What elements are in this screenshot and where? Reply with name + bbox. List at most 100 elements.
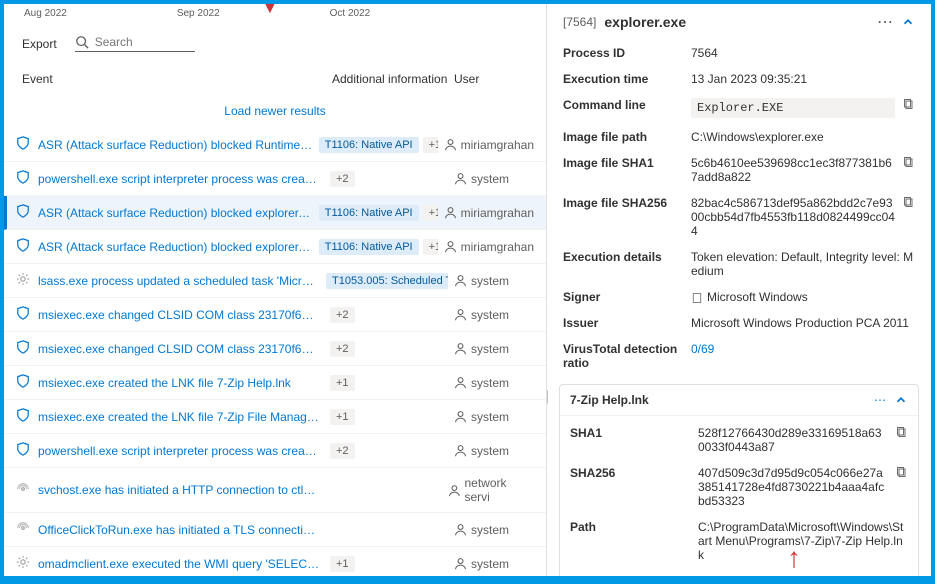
event-additional: +1 [326,556,448,572]
plus-badge[interactable]: +1 [330,409,355,425]
load-newer-button[interactable]: Load newer results [4,94,546,128]
event-user: system [454,172,509,186]
collapse-icon[interactable] [894,393,908,407]
file-marker-icon [547,389,554,405]
event-row[interactable]: powershell.exe script interpreter proces… [4,162,546,196]
value-virustotal[interactable]: 0/69 [691,342,915,356]
event-additional: +2 [326,443,448,459]
plus-badge[interactable]: +2 [330,307,355,323]
file-icon [691,292,703,304]
copy-icon[interactable] [896,466,908,481]
more-actions-icon[interactable]: ⋯ [877,12,893,32]
export-button[interactable]: Export [22,37,57,51]
technique-tag[interactable]: T1106: Native API [319,137,419,153]
event-additional: +2 [326,341,448,357]
value-exec-details: Token elevation: Default, Integrity leve… [691,250,915,278]
event-row[interactable]: lsass.exe process updated a scheduled ta… [4,264,546,298]
plus-badge[interactable]: +2 [330,443,355,459]
event-row[interactable]: omadmclient.exe executed the WMI query '… [4,547,546,576]
label-exec-details: Execution details [563,250,683,264]
plus-badge[interactable]: +1 [330,556,355,572]
header-user: User [454,72,528,86]
event-text: powershell.exe script interpreter proces… [38,444,320,458]
event-row[interactable]: powershell.exe script interpreter proces… [4,434,546,468]
event-text: omadmclient.exe executed the WMI query '… [38,557,320,571]
shield-icon [16,340,32,357]
event-additional: T1053.005: Scheduled Task [326,273,448,289]
label-exec-time: Execution time [563,72,683,86]
technique-tag[interactable]: T1053.005: Scheduled Task [326,273,448,289]
event-row[interactable]: ASR (Attack surface Reduction) blocked e… [4,230,546,264]
event-row[interactable]: msiexec.exe created the LNK file 7-Zip F… [4,400,546,434]
event-row[interactable]: OfficeClickToRun.exe has initiated a TLS… [4,513,546,547]
label-file-path: Path [570,520,690,534]
shield-icon [16,374,32,391]
event-row[interactable]: msiexec.exe changed CLSID COM class 2317… [4,332,546,366]
collapse-icon[interactable] [901,15,915,29]
event-text: powershell.exe script interpreter proces… [38,172,320,186]
value-sha1: 5c6b4610ee539698cc1ec3f877381b67add8a822 [691,156,895,184]
event-user: network servi [448,476,534,504]
process-name: explorer.exe [604,14,686,30]
shield-icon [16,170,32,187]
event-row[interactable]: msiexec.exe changed CLSID COM class 2317… [4,298,546,332]
event-row[interactable]: ASR (Attack surface Reduction) blocked R… [4,128,546,162]
process-pid: [7564] [563,15,596,29]
event-additional: +1 [326,409,448,425]
label-issuer: Issuer [563,316,683,330]
timeline: Aug 2022 Sep 2022 Oct 2022 ▼ [4,4,546,25]
value-sha256: 82bac4c586713def95a862bdd2c7e9300cbb54d7… [691,196,895,238]
process-card-header: [7564] explorer.exe ⋯ [559,4,919,40]
event-text: svchost.exe has initiated a HTTP connect… [38,483,316,497]
event-additional: T1106: Native API+1 [319,205,438,221]
value-issuer: Microsoft Windows Production PCA 2011 [691,316,915,330]
plus-badge[interactable]: +1 [330,375,355,391]
technique-tag[interactable]: T1106: Native API [319,239,419,255]
label-file-sha256: SHA256 [570,466,690,480]
more-actions-icon[interactable]: ⋯ [874,393,886,407]
shield-icon [16,238,32,255]
event-text: ASR (Attack surface Reduction) blocked e… [38,240,313,254]
event-row[interactable]: ASR (Attack surface Reduction) blocked e… [4,196,546,230]
plus-badge[interactable]: +1 [423,205,438,221]
gear-icon [16,272,32,289]
plus-badge[interactable]: +1 [423,137,438,153]
search-field[interactable] [95,35,185,49]
copy-icon[interactable] [896,426,908,441]
copy-icon[interactable] [903,98,915,113]
value-exec-time: 13 Jan 2023 09:35:21 [691,72,915,86]
timeline-month: Aug 2022 [24,8,67,19]
event-text: ASR (Attack surface Reduction) blocked e… [38,206,313,220]
shield-icon [16,408,32,425]
value-signer: Microsoft Windows [691,290,915,304]
value-file-sha256: 407d509c3d7d95d9c054c066e27a385141728e4f… [698,466,888,508]
value-cmdline: Explorer.EXE [691,98,895,118]
gear-icon [16,555,32,572]
event-text: OfficeClickToRun.exe has initiated a TLS… [38,523,320,537]
event-row[interactable]: msiexec.exe created the LNK file 7-Zip H… [4,366,546,400]
copy-icon[interactable] [903,196,915,211]
plus-badge[interactable]: +1 [423,239,438,255]
header-additional: Additional information [332,72,454,86]
event-user: miriamgrahan [444,240,534,254]
event-row[interactable]: svchost.exe has initiated a HTTP connect… [4,468,546,513]
event-user: system [454,557,509,571]
technique-tag[interactable]: T1106: Native API [319,205,419,221]
event-user: miriamgrahan [444,206,534,220]
label-virustotal: VirusTotal detection ratio [563,342,683,370]
value-file-size: 890 [698,574,908,576]
plus-badge[interactable]: +2 [330,171,355,187]
plus-badge[interactable]: +2 [330,341,355,357]
event-text: msiexec.exe changed CLSID COM class 2317… [38,308,320,322]
search-icon [75,35,89,49]
net-icon [16,521,32,538]
shield-icon [16,204,32,221]
copy-icon[interactable] [903,156,915,171]
label-file-size: Size [570,574,690,576]
label-img-path: Image file path [563,130,683,144]
event-text: msiexec.exe changed CLSID COM class 2317… [38,342,320,356]
search-input[interactable] [75,35,195,52]
shield-icon [16,136,32,153]
event-additional: +1 [326,375,448,391]
event-user: system [454,410,509,424]
